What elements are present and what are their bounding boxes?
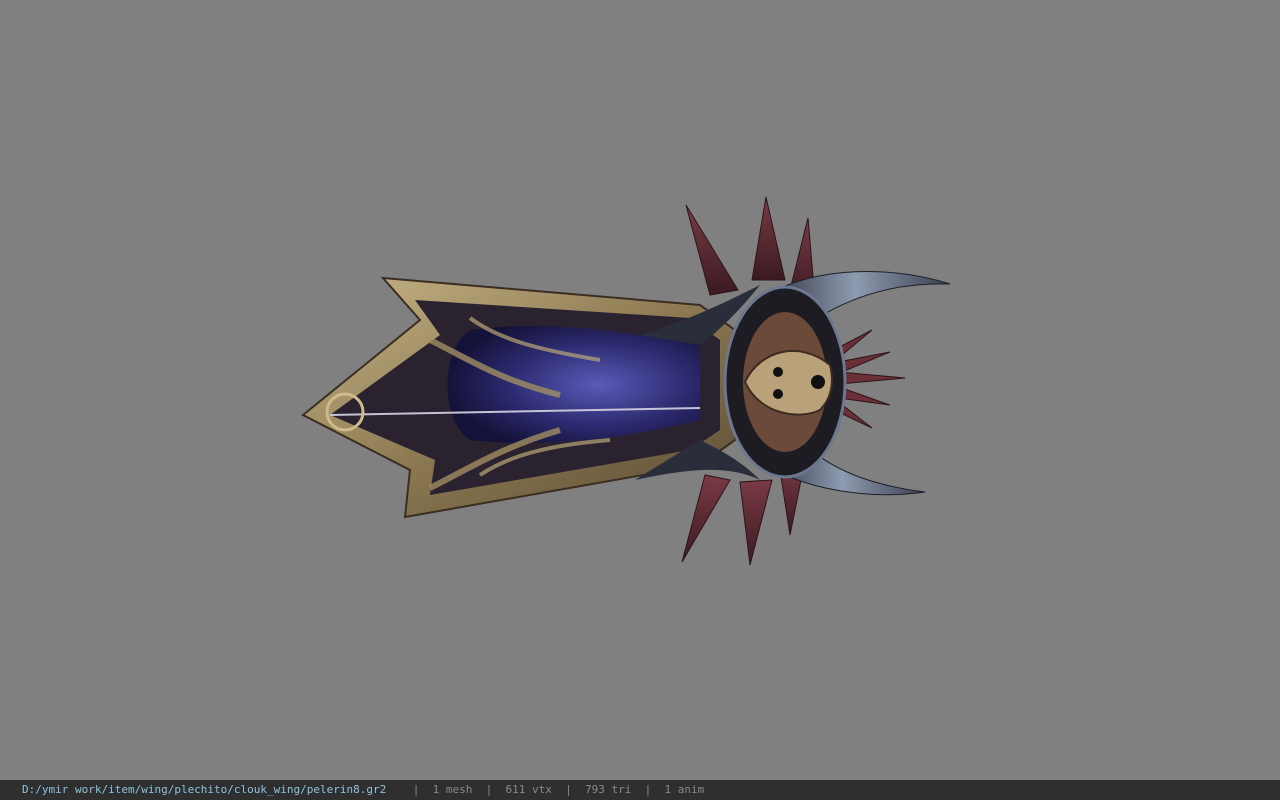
3d-viewport[interactable] xyxy=(0,0,1280,780)
separator: | xyxy=(565,783,572,796)
status-bar: D:/ymir work/item/wing/plechito/clouk_wi… xyxy=(0,780,1280,800)
cloak-body xyxy=(301,276,736,519)
triangle-count: 793 tri xyxy=(584,783,632,796)
file-path: D:/ymir work/item/wing/plechito/clouk_wi… xyxy=(22,783,387,796)
anim-count: 1 anim xyxy=(664,783,705,796)
vertex-count: 611 vtx xyxy=(505,783,552,796)
skull-ornament xyxy=(723,285,847,479)
separator: | xyxy=(485,783,493,796)
separator: | xyxy=(644,783,652,796)
mesh-count: 1 mesh xyxy=(432,783,473,796)
cloak-wing-model[interactable] xyxy=(0,0,1280,780)
separator: | xyxy=(412,783,420,796)
